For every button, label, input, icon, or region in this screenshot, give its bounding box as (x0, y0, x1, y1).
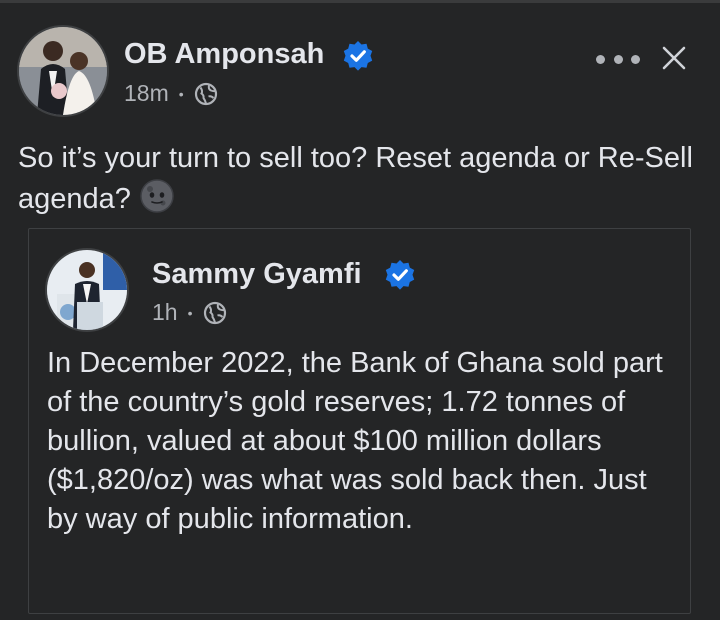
more-options-dot (631, 54, 640, 64)
post-author-name[interactable]: OB Amponsah (124, 38, 324, 71)
globe-icon[interactable] (203, 301, 227, 325)
meta-separator: • (187, 304, 193, 321)
shared-post-timestamp[interactable]: 1h (152, 299, 178, 326)
new-moon-face-emoji (140, 179, 174, 213)
post-body: So it’s your turn to sell too? Reset age… (18, 139, 708, 219)
meta-separator: • (178, 85, 184, 102)
close-icon[interactable] (660, 44, 688, 72)
shared-author-avatar-photo (47, 250, 127, 330)
post-timestamp[interactable]: 18m (124, 80, 169, 107)
globe-icon[interactable] (194, 82, 218, 106)
more-options-button[interactable] (596, 46, 640, 72)
verified-badge-icon (385, 260, 415, 290)
more-options-dot (613, 54, 623, 64)
more-options-icon (596, 54, 605, 64)
author-avatar-photo (19, 27, 107, 115)
verified-badge-icon (343, 41, 373, 71)
top-divider (0, 0, 720, 3)
shared-author-avatar[interactable] (45, 248, 129, 332)
shared-post-text: In December 2022, the Bank of Ghana sold… (47, 347, 663, 535)
post-meta: 18m • (124, 80, 218, 107)
shared-post-author-name[interactable]: Sammy Gyamfi (152, 258, 362, 291)
author-avatar[interactable] (17, 25, 109, 117)
shared-post-meta: 1h • (152, 299, 227, 326)
post-text: So it’s your turn to sell too? Reset age… (18, 142, 693, 215)
